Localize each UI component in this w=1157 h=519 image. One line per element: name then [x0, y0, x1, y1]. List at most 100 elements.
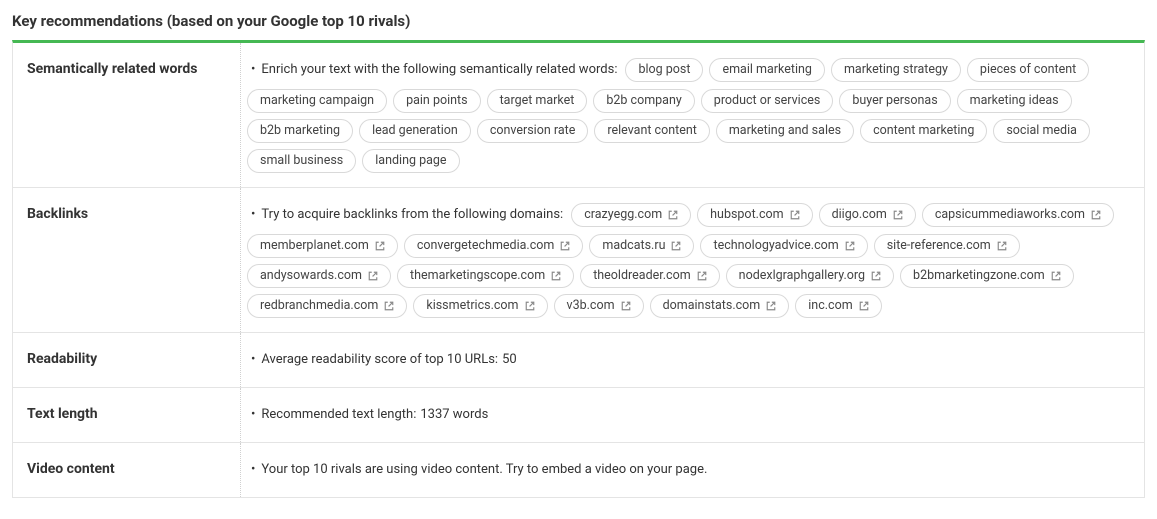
semantic-tag[interactable]: marketing strategy	[831, 58, 961, 82]
backlink-domain-text: hubspot.com	[710, 203, 783, 227]
semantic-tag[interactable]: buyer personas	[839, 89, 950, 113]
row-body-backlinks: Try to acquire backlinks from the follow…	[241, 188, 1144, 332]
external-link-icon	[560, 241, 570, 251]
readability-label-text: Average readability score of top 10 URLs…	[261, 347, 498, 373]
backlink-domain-tag[interactable]: redbranchmedia.com	[247, 294, 407, 318]
backlink-domain-tag[interactable]: technologyadvice.com	[700, 234, 867, 258]
backlink-domain-text: inc.com	[808, 294, 852, 318]
row-backlinks: Backlinks Try to acquire backlinks from …	[13, 188, 1144, 333]
backlink-domain-text: redbranchmedia.com	[260, 294, 378, 318]
backlink-domain-tag[interactable]: inc.com	[795, 294, 881, 318]
backlink-domain-tag[interactable]: v3b.com	[554, 294, 644, 318]
row-semantic: Semantically related words Enrich your t…	[13, 43, 1144, 188]
backlink-domain-tag[interactable]: kissmetrics.com	[413, 294, 547, 318]
external-link-icon	[893, 210, 903, 220]
readability-text: Average readability score of top 10 URLs…	[251, 347, 517, 373]
external-link-icon	[551, 271, 561, 281]
row-label-textlength: Text length	[13, 388, 241, 442]
external-link-icon	[790, 210, 800, 220]
backlink-domain-tag[interactable]: themarketingscope.com	[397, 264, 574, 288]
semantic-tag[interactable]: content marketing	[860, 119, 987, 143]
backlink-domain-text: crazyegg.com	[584, 203, 662, 227]
backlink-domain-text: andysowards.com	[260, 264, 362, 288]
external-link-icon	[859, 301, 869, 311]
semantic-tag[interactable]: b2b marketing	[247, 119, 353, 143]
external-link-icon	[525, 301, 535, 311]
semantic-tag[interactable]: landing page	[362, 149, 459, 173]
external-link-icon	[668, 210, 678, 220]
external-link-icon	[871, 271, 881, 281]
backlink-domain-tag[interactable]: diigo.com	[819, 203, 916, 227]
row-label-semantic: Semantically related words	[13, 43, 241, 187]
backlink-domain-text: nodexlgraphgallery.org	[739, 264, 865, 288]
textlength-value: 1337 words	[420, 402, 488, 428]
semantic-tag[interactable]: lead generation	[359, 119, 471, 143]
backlink-domain-tag[interactable]: memberplanet.com	[247, 234, 398, 258]
row-body-semantic: Enrich your text with the following sema…	[241, 43, 1144, 187]
textlength-text: Recommended text length: 1337 words	[251, 402, 488, 428]
backlink-domain-tag[interactable]: nodexlgraphgallery.org	[726, 264, 894, 288]
external-link-icon	[368, 271, 378, 281]
backlink-domain-text: technologyadvice.com	[713, 234, 838, 258]
row-label-video: Video content	[13, 443, 241, 497]
row-label-backlinks: Backlinks	[13, 188, 241, 332]
backlink-domain-text: site-reference.com	[887, 234, 991, 258]
semantic-tag[interactable]: blog post	[625, 58, 703, 82]
semantic-tag[interactable]: pain points	[393, 89, 481, 113]
semantic-tag[interactable]: product or services	[701, 89, 834, 113]
backlink-domain-text: theoldreader.com	[593, 264, 690, 288]
recommendations-panel: Semantically related words Enrich your t…	[12, 40, 1145, 498]
semantic-tag[interactable]: social media	[993, 119, 1090, 143]
semantic-tag[interactable]: relevant content	[594, 119, 709, 143]
semantic-tag[interactable]: pieces of content	[967, 58, 1089, 82]
backlink-domain-tag[interactable]: madcats.ru	[589, 234, 694, 258]
semantic-tag[interactable]: target market	[487, 89, 588, 113]
external-link-icon	[375, 241, 385, 251]
external-link-icon	[697, 271, 707, 281]
backlink-domain-tag[interactable]: theoldreader.com	[580, 264, 719, 288]
backlink-domain-tag[interactable]: domainstats.com	[650, 294, 790, 318]
semantic-tag[interactable]: small business	[247, 149, 356, 173]
backlink-domain-text: themarketingscope.com	[410, 264, 545, 288]
backlink-domain-tag[interactable]: convergetechmedia.com	[404, 234, 584, 258]
semantic-tag[interactable]: marketing campaign	[247, 89, 387, 113]
semantic-lead-text: Enrich your text with the following sema…	[251, 57, 617, 83]
section-heading: Key recommendations (based on your Googl…	[12, 12, 1145, 30]
semantic-tag[interactable]: conversion rate	[477, 119, 589, 143]
row-body-textlength: Recommended text length: 1337 words	[241, 388, 1144, 442]
row-video: Video content Your top 10 rivals are usi…	[13, 443, 1144, 497]
row-textlength: Text length Recommended text length: 133…	[13, 388, 1144, 443]
external-link-icon	[1051, 271, 1061, 281]
semantic-tag[interactable]: marketing and sales	[716, 119, 854, 143]
semantic-tag[interactable]: email marketing	[709, 58, 824, 82]
row-body-readability: Average readability score of top 10 URLs…	[241, 333, 1144, 387]
backlink-domain-tag[interactable]: b2bmarketingzone.com	[900, 264, 1074, 288]
video-label-text: Your top 10 rivals are using video conte…	[261, 457, 707, 483]
backlink-domain-text: b2bmarketingzone.com	[913, 264, 1045, 288]
external-link-icon	[384, 301, 394, 311]
backlink-domain-text: domainstats.com	[663, 294, 761, 318]
backlink-domain-text: diigo.com	[832, 203, 887, 227]
semantic-tag[interactable]: b2b company	[593, 89, 694, 113]
backlinks-lead-text: Try to acquire backlinks from the follow…	[251, 202, 563, 228]
external-link-icon	[671, 241, 681, 251]
backlink-domain-text: v3b.com	[567, 294, 615, 318]
backlink-domain-tag[interactable]: hubspot.com	[697, 203, 812, 227]
backlink-domain-text: memberplanet.com	[260, 234, 369, 258]
backlink-domain-text: madcats.ru	[602, 234, 665, 258]
backlink-domain-text: convergetechmedia.com	[417, 234, 555, 258]
row-body-video: Your top 10 rivals are using video conte…	[241, 443, 1144, 497]
backlink-domain-tag[interactable]: andysowards.com	[247, 264, 391, 288]
external-link-icon	[845, 241, 855, 251]
backlink-domain-text: capsicummediaworks.com	[935, 203, 1085, 227]
backlink-domain-tag[interactable]: site-reference.com	[874, 234, 1020, 258]
textlength-label-text: Recommended text length:	[261, 402, 416, 428]
semantic-tag[interactable]: marketing ideas	[957, 89, 1072, 113]
backlink-domain-tag[interactable]: capsicummediaworks.com	[922, 203, 1114, 227]
external-link-icon	[997, 241, 1007, 251]
backlink-domain-tag[interactable]: crazyegg.com	[571, 203, 691, 227]
row-readability: Readability Average readability score of…	[13, 333, 1144, 388]
external-link-icon	[1091, 210, 1101, 220]
readability-value: 50	[502, 347, 517, 373]
external-link-icon	[766, 301, 776, 311]
